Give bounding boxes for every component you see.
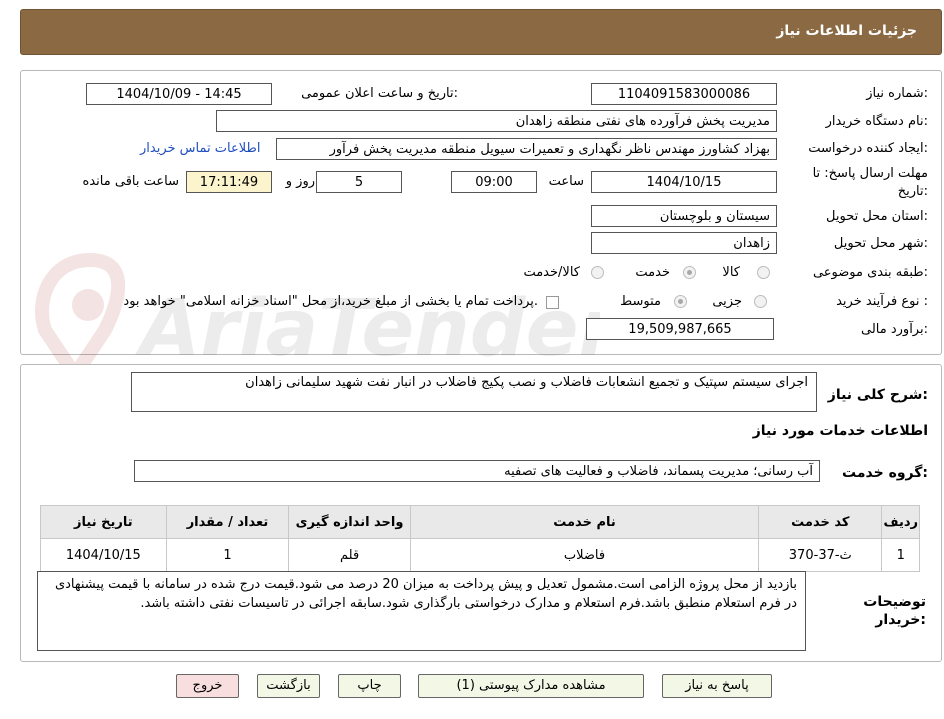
- category-option-goods-service: کالا/خدمت: [523, 265, 580, 280]
- table-header-row: ردیف کد خدمت نام خدمت واحد اندازه گیری ت…: [40, 505, 920, 539]
- services-table: ردیف کد خدمت نام خدمت واحد اندازه گیری ت…: [40, 505, 920, 572]
- process-radio-minor[interactable]: [754, 295, 767, 308]
- budget-label: برآورد مالی:: [861, 322, 928, 337]
- treasury-payment-checkbox[interactable]: [546, 296, 559, 309]
- col-service-name: نام خدمت: [409, 505, 760, 539]
- cell-service-code: ث-37-370: [758, 538, 883, 572]
- budget-field: 19,509,987,665: [586, 318, 774, 340]
- buyer-notes-label-2: خریدار:: [875, 612, 926, 628]
- city-field: زاهدان: [591, 232, 777, 254]
- col-need-date: تاریخ نیاز: [40, 505, 167, 539]
- table-row: 1 ث-37-370 فاضلاب قلم 1 1404/10/15: [40, 538, 920, 572]
- need-number-field: 1104091583000086: [591, 83, 777, 105]
- deadline-date-field: 1404/10/15: [591, 171, 777, 193]
- buyer-contact-link[interactable]: اطلاعات تماس خریدار: [140, 141, 260, 156]
- category-radio-goods-service[interactable]: [591, 266, 604, 279]
- days-label: روز و: [285, 174, 315, 189]
- process-option-medium: متوسط: [620, 294, 661, 309]
- remaining-time-label: ساعت باقی مانده: [82, 174, 179, 189]
- city-label: شهر محل تحویل:: [833, 236, 928, 251]
- page-header: جزئیات اطلاعات نیاز: [20, 9, 942, 55]
- need-number-label: شماره نیاز:: [866, 86, 928, 101]
- province-field: سیستان و بلوچستان: [591, 205, 777, 227]
- service-group-field: آب رسانی؛ مدیریت پسماند، فاضلاب و فعالیت…: [134, 460, 820, 482]
- creator-field: بهزاد کشاورز مهندس ناظر نگهداری و تعمیرا…: [276, 138, 777, 160]
- buyer-notes-label: توضیحات: [863, 594, 926, 610]
- category-radio-goods[interactable]: [757, 266, 770, 279]
- exit-button[interactable]: خروج: [176, 674, 239, 698]
- process-label: نوع فرآیند خرید :: [836, 294, 928, 309]
- remaining-time-field: 17:11:49: [186, 171, 272, 193]
- cell-row: 1: [881, 538, 920, 572]
- deadline-time-label: ساعت: [548, 174, 584, 189]
- deadline-time-field: 09:00: [451, 171, 537, 193]
- process-option-minor: جزیی: [712, 294, 742, 309]
- col-unit: واحد اندازه گیری: [288, 505, 411, 539]
- col-row: ردیف: [881, 505, 920, 539]
- buyer-notes-field: بازدید از محل پروژه الزامی است.مشمول تعد…: [37, 571, 806, 651]
- service-group-label: گروه خدمت:: [842, 465, 928, 481]
- description-label: شرح کلی نیاز:: [827, 387, 928, 403]
- col-service-code: کد خدمت: [758, 505, 883, 539]
- description-field: اجرای سیستم سپتیک و تجمیع انشعابات فاضلا…: [131, 372, 817, 412]
- cell-unit: قلم: [288, 538, 411, 572]
- buyer-org-label: نام دستگاه خریدار:: [825, 114, 928, 129]
- cell-need-date: 1404/10/15: [40, 538, 167, 572]
- announce-datetime-field: 1404/10/09 - 14:45: [86, 83, 272, 105]
- cell-quantity: 1: [165, 538, 290, 572]
- category-option-service: خدمت: [635, 265, 670, 280]
- deadline-label: مهلت ارسال پاسخ: تا: [812, 166, 928, 181]
- treasury-payment-note: پرداخت تمام یا بخشی از مبلغ خرید،از محل …: [123, 294, 538, 309]
- respond-button[interactable]: پاسخ به نیاز: [662, 674, 772, 698]
- cell-service-name: فاضلاب: [409, 538, 760, 572]
- page-title: جزئیات اطلاعات نیاز: [776, 23, 917, 39]
- services-section-title: اطلاعات خدمات مورد نیاز: [752, 423, 928, 439]
- days-remaining-field: 5: [316, 171, 402, 193]
- process-radio-medium[interactable]: [674, 295, 687, 308]
- col-quantity: تعداد / مقدار: [165, 505, 290, 539]
- back-button[interactable]: بازگشت: [257, 674, 320, 698]
- announce-label: تاریخ و ساعت اعلان عمومی:: [301, 86, 458, 101]
- buyer-org-field: مدیریت پخش فرآورده های نفتی منطقه زاهدان: [216, 110, 777, 132]
- province-label: استان محل تحویل:: [826, 209, 928, 224]
- deadline-label-date: تاریخ:: [897, 184, 928, 199]
- category-option-goods: کالا: [722, 265, 740, 280]
- view-attachments-button[interactable]: مشاهده مدارک پیوستی (1): [418, 674, 644, 698]
- creator-label: ایجاد کننده درخواست:: [808, 141, 928, 156]
- category-radio-service[interactable]: [683, 266, 696, 279]
- category-label: طبقه بندی موضوعی:: [812, 265, 928, 280]
- print-button[interactable]: چاپ: [338, 674, 401, 698]
